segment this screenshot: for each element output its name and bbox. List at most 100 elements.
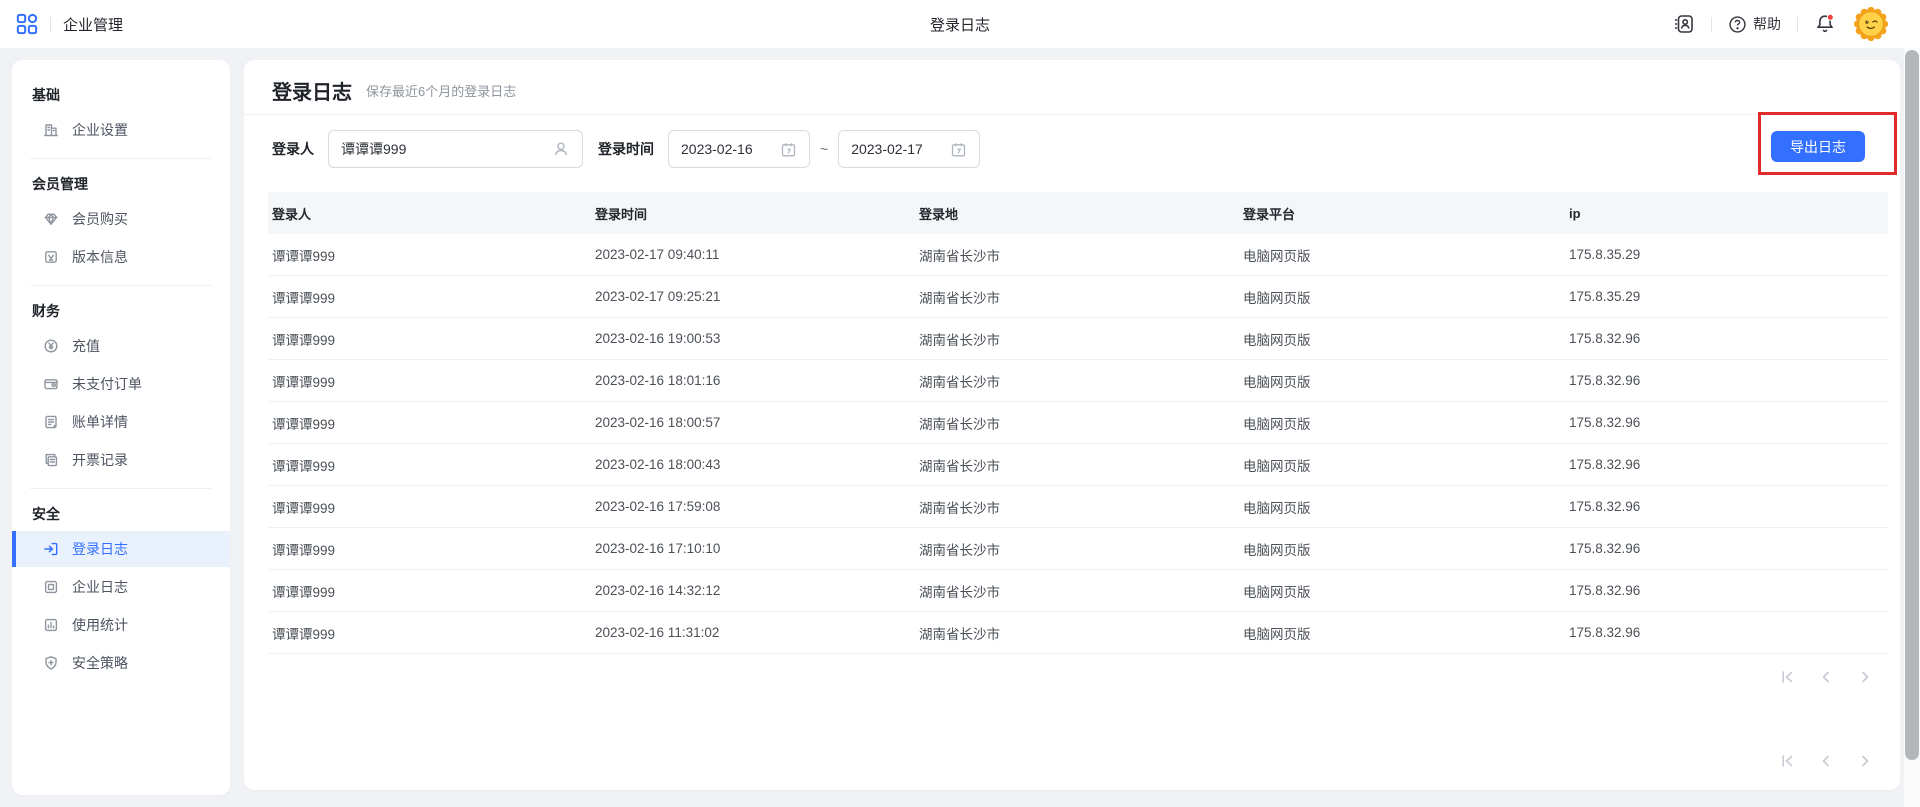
table-cell: 谭谭谭999 [272, 248, 336, 264]
table-cell: 湖南省长沙市 [919, 290, 1000, 306]
user-avatar-sun[interactable] [1852, 5, 1890, 43]
sidebar-section-title: 财务 [32, 303, 60, 319]
table-row[interactable]: 谭谭谭999 2023-02-16 17:10:10 湖南省长沙市 电脑网页版 175.… [268, 528, 1888, 570]
company-log-icon [43, 579, 59, 595]
table-cell: 2023-02-16 17:10:10 [595, 541, 721, 556]
table-body: 谭谭谭999 2023-02-17 09:40:11 湖南省长沙市 电脑网页版 175.… [268, 234, 1888, 654]
column-header: ip [1569, 205, 1581, 221]
column-header: 登录地 [919, 206, 959, 222]
sidebar-item-recharge[interactable]: 充值 [12, 328, 230, 364]
table-cell: 谭谭谭999 [272, 290, 336, 306]
table-row[interactable]: 谭谭谭999 2023-02-16 18:00:57 湖南省长沙市 电脑网页版 175.… [268, 402, 1888, 444]
table-cell: 电脑网页版 [1243, 626, 1311, 642]
first-page-button[interactable] [1778, 752, 1796, 770]
calendar-icon [950, 141, 967, 158]
table-cell: 谭谭谭999 [272, 416, 336, 432]
table-cell: 湖南省长沙市 [919, 458, 1000, 474]
notification-bell-icon[interactable] [1814, 13, 1836, 35]
first-page-button[interactable] [1778, 668, 1796, 686]
sidebar-item-version-info[interactable]: 版本信息 [12, 239, 230, 275]
next-page-button[interactable] [1856, 668, 1874, 686]
table-cell: 湖南省长沙市 [919, 374, 1000, 390]
column-header: 登录平台 [1243, 206, 1296, 222]
table-cell: 湖南省长沙市 [919, 416, 1000, 432]
help-button[interactable]: 帮助 [1728, 14, 1781, 34]
sidebar-item-bill-detail[interactable]: 账单详情 [12, 404, 230, 440]
sidebar-section-title: 基础 [32, 87, 60, 103]
sidebar-item-invoice-record[interactable]: 开票记录 [12, 442, 230, 478]
usage-stats-icon [43, 617, 59, 633]
divider [1711, 16, 1712, 32]
table-cell: 电脑网页版 [1243, 332, 1311, 348]
login-log-table: 登录人 登录时间 登录地 登录平台 ip 谭谭谭999 2023-02-17 09:40:… [268, 192, 1888, 654]
table-cell: 湖南省长沙市 [919, 542, 1000, 558]
table-cell: 湖南省长沙市 [919, 584, 1000, 600]
sidebar-item-wallet[interactable]: 未支付订单 [12, 366, 230, 402]
table-cell: 175.8.32.96 [1569, 625, 1641, 640]
wallet-icon [43, 376, 59, 392]
table-cell: 175.8.32.96 [1569, 373, 1641, 388]
page-title-center: 登录日志 [929, 16, 990, 34]
sidebar: 基础 企业设置 会员管理 会员购买 版本信息 财务 充值 未支付订单 账单详情 开票记录 安全 登录日… [12, 60, 230, 795]
date-from-input[interactable]: 2023-02-16 [668, 130, 810, 168]
login-log-icon [43, 541, 59, 557]
table-cell: 2023-02-16 14:32:12 [595, 583, 721, 598]
table-row[interactable]: 谭谭谭999 2023-02-17 09:25:21 湖南省长沙市 电脑网页版 175.… [268, 276, 1888, 318]
table-row[interactable]: 谭谭谭999 2023-02-16 14:32:12 湖南省长沙市 电脑网页版 175.… [268, 570, 1888, 612]
table-cell: 2023-02-16 11:31:02 [595, 625, 720, 640]
page-title: 登录日志 [272, 81, 352, 104]
pagination [1778, 668, 1874, 686]
top-header: 企业管理 登录日志 帮助 [0, 0, 1920, 48]
help-label: 帮助 [1753, 16, 1781, 32]
sidebar-item-label: 账单详情 [72, 414, 128, 430]
sidebar-item-usage-stats[interactable]: 使用统计 [12, 607, 230, 643]
sidebar-item-company-log[interactable]: 企业日志 [12, 569, 230, 605]
next-page-button[interactable] [1856, 752, 1874, 770]
table-row[interactable]: 谭谭谭999 2023-02-16 17:59:08 湖南省长沙市 电脑网页版 175.… [268, 486, 1888, 528]
contact-card-icon[interactable] [1673, 13, 1695, 35]
sidebar-item-login-log[interactable]: 登录日志 [12, 531, 230, 567]
table-cell: 谭谭谭999 [272, 500, 336, 516]
table-row[interactable]: 谭谭谭999 2023-02-16 11:31:02 湖南省长沙市 电脑网页版 175.… [268, 612, 1888, 654]
table-row[interactable]: 谭谭谭999 2023-02-16 18:01:16 湖南省长沙市 电脑网页版 175.… [268, 360, 1888, 402]
table-cell: 湖南省长沙市 [919, 332, 1000, 348]
scrollbar-thumb[interactable] [1905, 50, 1919, 760]
sidebar-item-gem[interactable]: 会员购买 [12, 201, 230, 237]
prev-page-button[interactable] [1817, 668, 1835, 686]
app-title: 企业管理 [63, 16, 124, 34]
invoice-record-icon [43, 452, 59, 468]
table-row[interactable]: 谭谭谭999 2023-02-16 18:00:43 湖南省长沙市 电脑网页版 175.… [268, 444, 1888, 486]
table-cell: 电脑网页版 [1243, 374, 1311, 390]
column-header: 登录时间 [595, 206, 648, 222]
prev-page-button[interactable] [1817, 752, 1835, 770]
export-log-button[interactable]: 导出日志 [1771, 131, 1865, 162]
recharge-icon [43, 338, 59, 354]
table-cell: 谭谭谭999 [272, 458, 336, 474]
bill-detail-icon [43, 414, 59, 430]
window-scrollbar [1904, 48, 1920, 807]
app-grid-icon[interactable] [16, 13, 38, 35]
person-icon [552, 140, 570, 158]
login-user-input[interactable]: 谭谭谭999 [328, 130, 583, 168]
sidebar-item-building[interactable]: 企业设置 [12, 112, 230, 148]
sidebar-item-security-policy[interactable]: 安全策略 [12, 645, 230, 681]
table-cell: 2023-02-16 18:01:16 [595, 373, 721, 388]
table-cell: 2023-02-16 18:00:57 [595, 415, 721, 430]
table-cell: 湖南省长沙市 [919, 248, 1000, 264]
table-header-row: 登录人 登录时间 登录地 登录平台 ip [268, 192, 1888, 234]
building-icon [43, 122, 59, 138]
table-row[interactable]: 谭谭谭999 2023-02-16 19:00:53 湖南省长沙市 电脑网页版 175.… [268, 318, 1888, 360]
table-cell: 175.8.32.96 [1569, 331, 1641, 346]
table-cell: 湖南省长沙市 [919, 626, 1000, 642]
gem-icon [43, 211, 59, 227]
table-cell: 电脑网页版 [1243, 542, 1311, 558]
table-cell: 175.8.32.96 [1569, 499, 1641, 514]
divider [50, 16, 51, 32]
table-cell: 175.8.32.96 [1569, 541, 1641, 556]
table-cell: 电脑网页版 [1243, 416, 1311, 432]
filter-toolbar: 登录人 谭谭谭999 登录时间 2023-02-16 ~ 2023-02-17 [244, 115, 1900, 183]
date-to-input[interactable]: 2023-02-17 [838, 130, 981, 168]
pagination [1778, 752, 1874, 770]
table-cell: 175.8.32.96 [1569, 583, 1641, 598]
table-row[interactable]: 谭谭谭999 2023-02-17 09:40:11 湖南省长沙市 电脑网页版 175.… [268, 234, 1888, 276]
